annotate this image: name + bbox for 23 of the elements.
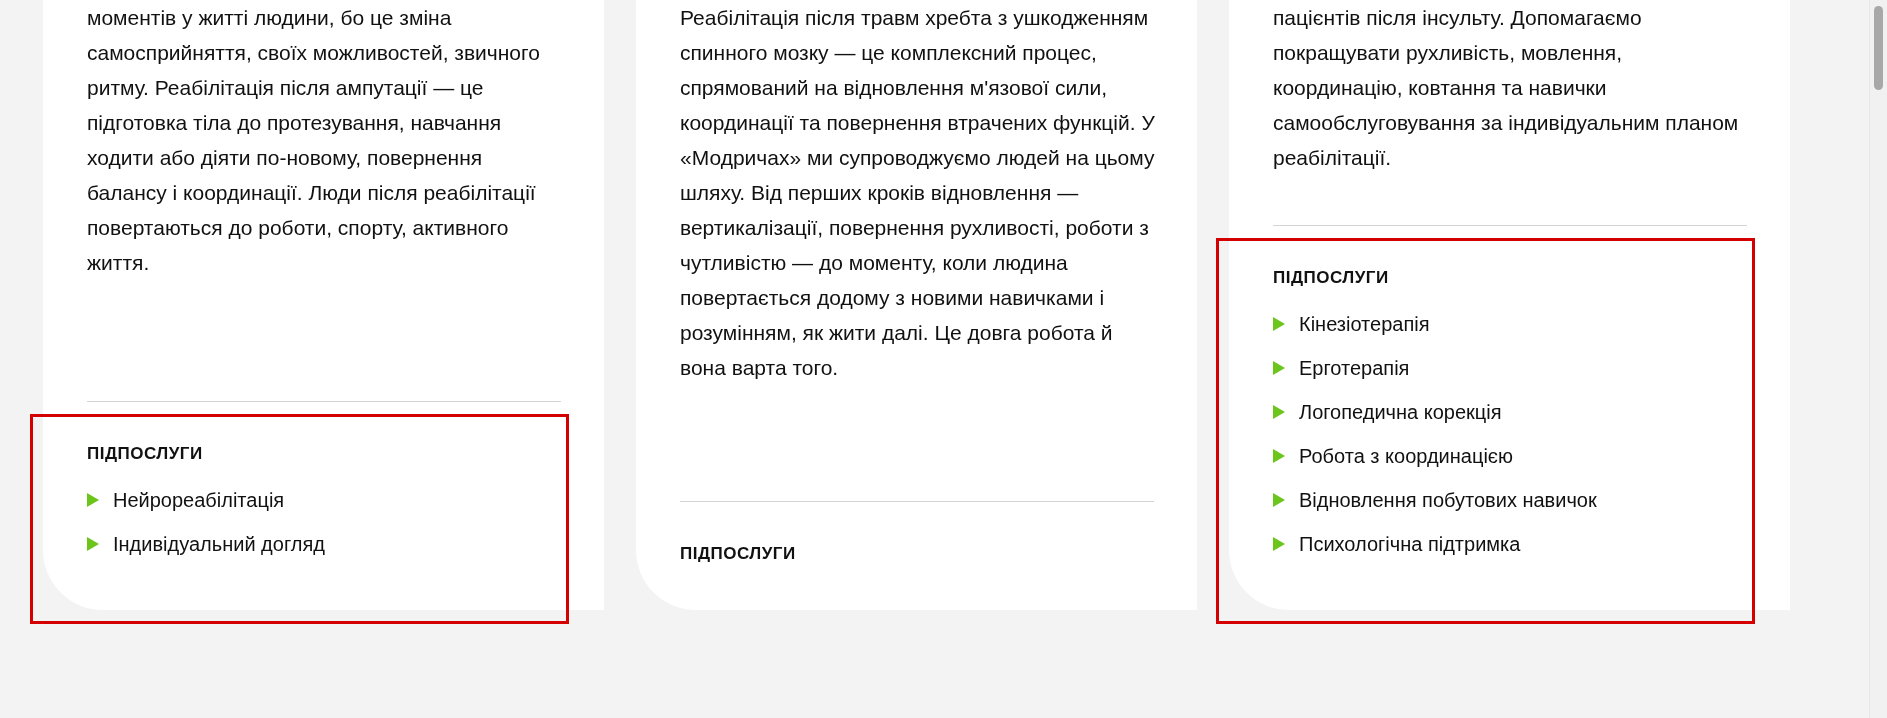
description-paragraph: моментів у житті людини, бо це зміна самосприйняття, своїх можливостей, звичного ритму. Реабілітація після ампутації — це підготовка тіла до протезування, навчання ходити або діяти по-новому, повернення балансу і координації. Люди після реабілітації повертаються до роботи, спорту, активного життя. [87, 5, 541, 276]
subservices-heading: ПІДПОСЛУГИ [680, 543, 797, 565]
triangle-bullet-icon [1273, 361, 1285, 375]
triangle-bullet-icon [1273, 405, 1285, 419]
subservice-item: Робота з координацією [1299, 444, 1514, 469]
triangle-bullet-icon [1273, 317, 1285, 331]
subservice-item: Відновлення побутових навичок [1299, 488, 1597, 513]
description-paragraph: Реабілітація після травм хребта з ушкодженням спинного мозку — це комплексний процес, спрямований на відновлення м'язової сили, координації та повернення втрачених функцій. У «Модричах» ми супроводжуємо людей на цьому шляху. Від перших кроків відновлення — вертикалізації, повернення рухливості, роботи з чутливістю — до моменту, коли людина повертається додому з новими навичками і розумінням, як жити далі. Це довга робота й вона варта того. [680, 5, 1156, 381]
triangle-bullet-icon [1273, 537, 1285, 551]
triangle-bullet-icon [1273, 493, 1285, 507]
description-paragraph: пацієнтів після інсульту. Допомагаємо покращувати рухливість, мовлення, координацію, ковтання та навички самообслуговування за індивідуальним планом реабілітації. [1273, 5, 1740, 171]
subservice-item: Логопедична корекція [1299, 400, 1502, 425]
subservice-item: Кінезіотерапія [1299, 312, 1430, 337]
subservice-item: Ерготерапія [1299, 356, 1410, 381]
triangle-bullet-icon [87, 493, 99, 507]
triangle-bullet-icon [87, 537, 99, 551]
subservice-item: Нейрореабілітація [113, 488, 285, 513]
triangle-bullet-icon [1273, 449, 1285, 463]
subservices-heading: ПІДПОСЛУГИ [1273, 267, 1390, 289]
scrollbar-thumb[interactable] [1874, 6, 1883, 90]
subservices-heading: ПІДПОСЛУГИ [87, 443, 204, 465]
subservice-item: Індивідуальний догляд [113, 532, 325, 557]
subservice-item: Психологічна підтримка [1299, 532, 1521, 557]
